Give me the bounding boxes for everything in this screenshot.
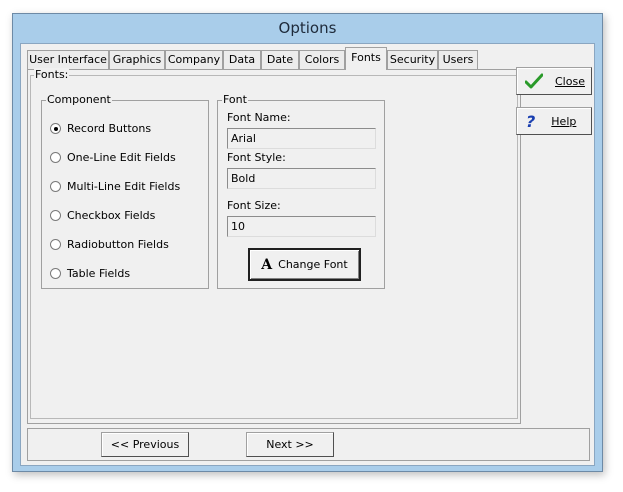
tab-fonts[interactable]: Fonts <box>345 47 387 70</box>
font-style-field: Bold <box>227 168 376 189</box>
radio-button-icon[interactable] <box>50 180 61 192</box>
radio-label: One-Line Edit Fields <box>67 150 176 164</box>
component-legend: Component <box>46 93 112 107</box>
tab-colors[interactable]: Colors <box>299 50 345 69</box>
navigation-bar: << Previous Next >> <box>27 428 590 461</box>
radio-checkbox-fields[interactable]: Checkbox Fields <box>50 207 155 223</box>
tab-data[interactable]: Data <box>223 50 261 69</box>
radio-button-icon[interactable] <box>50 151 61 163</box>
tab-security[interactable]: Security <box>387 50 438 69</box>
radio-button-icon[interactable] <box>50 122 61 134</box>
previous-button[interactable]: << Previous <box>101 432 189 457</box>
radio-button-icon[interactable] <box>50 267 61 279</box>
radio-table-fields[interactable]: Table Fields <box>50 265 130 281</box>
checkmark-icon <box>525 73 543 89</box>
tab-date[interactable]: Date <box>261 50 299 69</box>
component-group: Component Record Buttons One-Line Edit F… <box>41 93 209 289</box>
help-label: Help <box>551 114 577 128</box>
radio-radiobutton-fields[interactable]: Radiobutton Fields <box>50 236 169 252</box>
font-a-icon: A <box>261 256 273 273</box>
font-group: Font Font Name: Arial Font Style: Bold F… <box>217 93 385 289</box>
fonts-tab-panel: Fonts: Component Record Buttons One-Line… <box>27 68 521 424</box>
radio-label: Record Buttons <box>67 121 152 135</box>
fonts-group: Fonts: Component Record Buttons One-Line… <box>30 68 518 419</box>
options-window: Options User Interface Graphics Company … <box>12 13 603 472</box>
radio-record-buttons[interactable]: Record Buttons <box>50 120 151 136</box>
font-legend: Font <box>222 93 248 107</box>
radio-label: Radiobutton Fields <box>67 237 169 251</box>
window-title: Options <box>278 19 337 37</box>
font-size-label: Font Size: <box>227 199 281 212</box>
radio-label: Checkbox Fields <box>67 208 156 222</box>
fonts-group-legend: Fonts: <box>34 68 70 82</box>
change-font-button[interactable]: A Change Font <box>248 248 361 281</box>
font-size-field: 10 <box>227 216 376 237</box>
font-name-label: Font Name: <box>227 111 291 124</box>
tab-company[interactable]: Company <box>165 50 223 69</box>
radio-label: Multi-Line Edit Fields <box>67 179 181 193</box>
question-mark-icon: ? <box>526 111 536 131</box>
next-button[interactable]: Next >> <box>246 432 334 457</box>
radio-button-icon[interactable] <box>50 238 61 250</box>
radio-multi-line-edit-fields[interactable]: Multi-Line Edit Fields <box>50 178 180 194</box>
window-client-area: User Interface Graphics Company Data Dat… <box>20 43 595 466</box>
radio-label: Table Fields <box>67 266 131 280</box>
radio-button-icon[interactable] <box>50 209 61 221</box>
tab-users[interactable]: Users <box>438 50 478 69</box>
close-label: Close <box>555 74 585 88</box>
radio-one-line-edit-fields[interactable]: One-Line Edit Fields <box>50 149 176 165</box>
font-name-field: Arial <box>227 128 376 149</box>
tab-user-interface[interactable]: User Interface <box>27 50 109 69</box>
change-font-label: Change Font <box>278 258 348 271</box>
tab-graphics[interactable]: Graphics <box>109 50 165 69</box>
help-button[interactable]: ? Help <box>516 107 592 135</box>
close-button[interactable]: Close <box>516 67 592 95</box>
font-style-label: Font Style: <box>227 151 286 164</box>
